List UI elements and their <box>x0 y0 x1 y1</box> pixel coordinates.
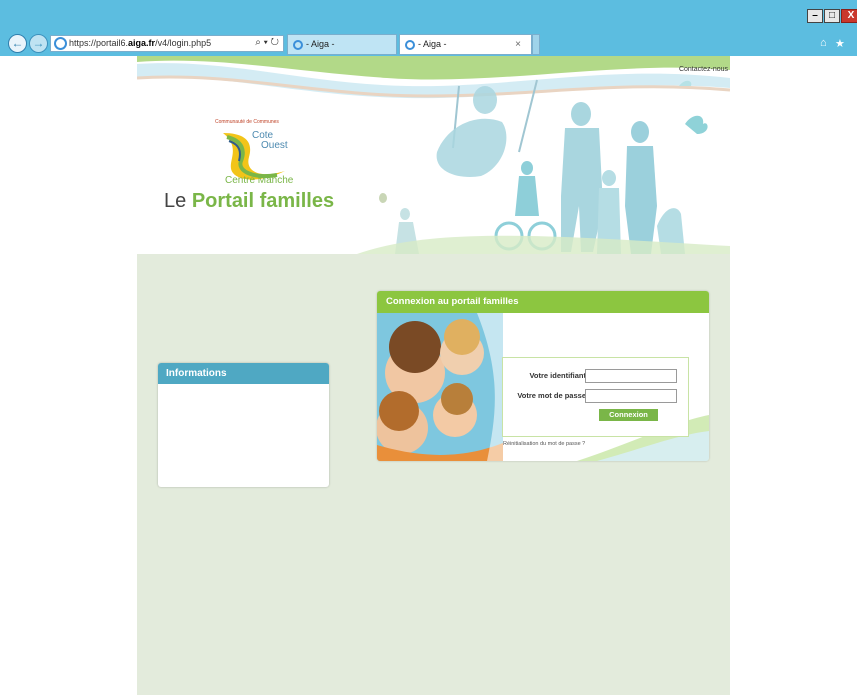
ie-tab-icon <box>293 39 303 50</box>
new-tab-button[interactable] <box>532 34 540 55</box>
site-header: Contactez-nous Communauté de Communes Co… <box>137 56 730 254</box>
password-label: Votre mot de passe <box>517 391 586 400</box>
informations-panel: Informations <box>158 363 329 487</box>
arrow-right-icon: → <box>32 36 45 50</box>
close-window-button[interactable]: X <box>841 9 857 23</box>
forward-button[interactable]: → <box>29 34 48 53</box>
reset-password-link[interactable]: Réinitialisation du mot de passe ? <box>503 441 585 447</box>
close-tab-icon[interactable]: × <box>515 35 521 54</box>
brand-community-label: Communauté de Communes <box>215 119 279 125</box>
arrow-left-icon: ← <box>11 36 24 50</box>
home-icon[interactable]: ⌂ <box>820 37 827 49</box>
brand-line-ouest: Ouest <box>261 140 288 151</box>
login-form: Votre identifiant Votre mot de passe Con… <box>502 357 689 437</box>
username-row: Votre identifiant <box>503 369 690 383</box>
brand-line-centre-manche: Centre Manche <box>225 175 294 186</box>
login-button[interactable]: Connexion <box>599 409 658 421</box>
brand-logo: Cote Ouest Centre Manche <box>219 131 309 191</box>
minimize-button[interactable]: – <box>807 9 823 23</box>
login-title: Connexion au portail familles <box>377 291 709 313</box>
password-row: Votre mot de passe <box>503 389 690 403</box>
password-input[interactable] <box>585 389 677 403</box>
browser-chrome: ← → https://portail6.aiga.fr/v4/login.ph… <box>0 0 857 56</box>
username-input[interactable] <box>585 369 677 383</box>
restore-button[interactable]: □ <box>824 9 840 23</box>
username-label: Votre identifiant <box>529 371 586 380</box>
ie-page-icon <box>54 37 67 50</box>
tab-aiga-active[interactable]: - Aiga - × <box>399 34 532 55</box>
tab-aiga-1[interactable]: - Aiga - <box>287 34 397 55</box>
tab-label: - Aiga - <box>418 39 447 49</box>
address-url: https://portail6.aiga.fr/v4/login.php5 <box>69 38 212 48</box>
address-bar[interactable]: https://portail6.aiga.fr/v4/login.php5 ⌕… <box>50 35 284 52</box>
login-panel: Connexion au portail familles Votre iden… <box>377 291 709 461</box>
contact-link[interactable]: Contactez-nous <box>679 66 728 73</box>
favorites-icon[interactable]: ★ <box>835 37 845 50</box>
tab-label: - Aiga - <box>306 39 335 49</box>
informations-title: Informations <box>158 363 329 384</box>
ie-tab-icon <box>405 39 415 50</box>
page-title: Le Portail familles <box>164 190 335 212</box>
back-button[interactable]: ← <box>8 34 27 53</box>
search-refresh-controls[interactable]: ⌕ ▾ ↻ <box>255 37 279 48</box>
page-content: Contactez-nous Communauté de Communes Co… <box>137 56 730 695</box>
